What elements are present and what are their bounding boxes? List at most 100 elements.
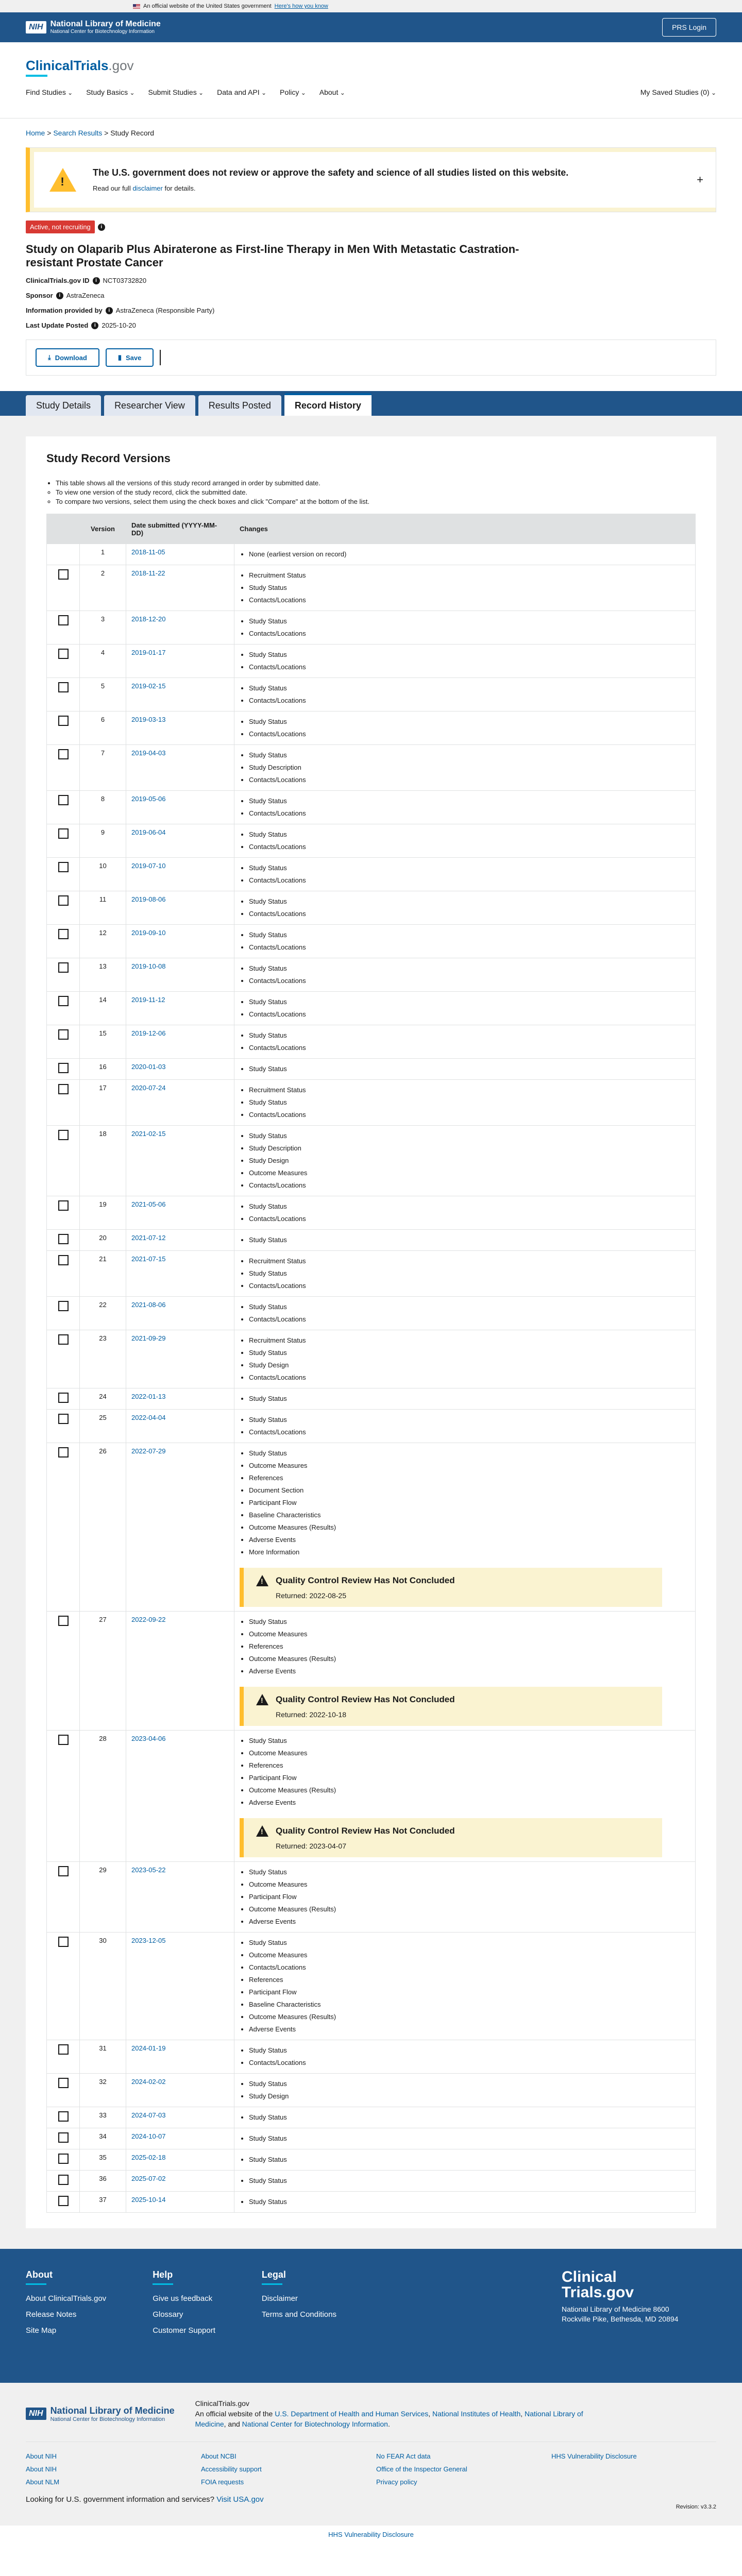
- version-date-link[interactable]: 2022-01-13: [131, 1393, 166, 1400]
- footer-link[interactable]: Glossary: [153, 2310, 215, 2319]
- version-date-link[interactable]: 2021-02-15: [131, 1130, 166, 1138]
- version-checkbox[interactable]: [58, 1029, 69, 1040]
- version-checkbox[interactable]: [58, 929, 69, 939]
- breadcrumb-home[interactable]: Home: [26, 129, 45, 137]
- nav-about[interactable]: About: [319, 88, 345, 96]
- version-date-link[interactable]: 2019-05-06: [131, 795, 166, 803]
- version-date-link[interactable]: 2019-04-03: [131, 749, 166, 757]
- usa-gov-link[interactable]: Visit USA.gov: [216, 2495, 263, 2504]
- version-checkbox[interactable]: [58, 1063, 69, 1073]
- version-date-link[interactable]: 2019-06-04: [131, 828, 166, 836]
- version-checkbox[interactable]: [58, 895, 69, 906]
- save-button[interactable]: ▮ Save: [105, 348, 154, 367]
- version-date-link[interactable]: 2021-05-06: [131, 1200, 166, 1208]
- info-icon[interactable]: i: [56, 292, 63, 299]
- nih-link[interactable]: National Institutes of Health: [432, 2410, 520, 2418]
- disclaimer-link[interactable]: disclaimer: [132, 184, 163, 192]
- nav-submit-studies[interactable]: Submit Studies: [148, 88, 204, 96]
- version-date-link[interactable]: 2021-07-12: [131, 1234, 166, 1242]
- footer-link[interactable]: FOIA requests: [201, 2478, 376, 2486]
- footer-link[interactable]: HHS Vulnerability Disclosure: [551, 2452, 727, 2460]
- version-date-link[interactable]: 2023-04-06: [131, 1735, 166, 1742]
- footer-link[interactable]: About NIH: [26, 2452, 201, 2460]
- version-date-link[interactable]: 2025-02-18: [131, 2154, 166, 2161]
- version-date-link[interactable]: 2019-08-06: [131, 895, 166, 903]
- breadcrumb-search[interactable]: Search Results: [53, 129, 102, 137]
- footer-link[interactable]: Give us feedback: [153, 2294, 215, 2303]
- tab-study-details[interactable]: Study Details: [26, 395, 102, 416]
- version-checkbox[interactable]: [58, 1414, 69, 1424]
- version-checkbox[interactable]: [58, 2154, 69, 2164]
- version-date-link[interactable]: 2018-11-22: [131, 569, 165, 577]
- tab-results-posted[interactable]: Results Posted: [198, 395, 281, 416]
- footer-link[interactable]: About NCBI: [201, 2452, 376, 2460]
- nlm-logo[interactable]: NIH National Library of Medicine Nationa…: [26, 20, 161, 35]
- info-icon[interactable]: i: [105, 307, 113, 314]
- tab-researcher-view[interactable]: Researcher View: [104, 395, 195, 416]
- version-date-link[interactable]: 2020-07-24: [131, 1084, 166, 1092]
- version-date-link[interactable]: 2019-07-10: [131, 862, 166, 870]
- version-checkbox[interactable]: [58, 795, 69, 805]
- nlm-footer-logo[interactable]: NIH National Library of Medicine National…: [26, 2398, 175, 2429]
- info-icon[interactable]: i: [92, 277, 100, 284]
- nav-find-studies[interactable]: Find Studies: [26, 88, 73, 96]
- version-checkbox[interactable]: [58, 1084, 69, 1094]
- version-checkbox[interactable]: [58, 828, 69, 839]
- version-checkbox[interactable]: [58, 1200, 69, 1211]
- expand-notice-icon[interactable]: +: [697, 173, 703, 187]
- nav-saved-studies[interactable]: My Saved Studies (0): [640, 88, 716, 96]
- footer-link[interactable]: About ClinicalTrials.gov: [26, 2294, 106, 2303]
- version-date-link[interactable]: 2019-02-15: [131, 682, 166, 690]
- version-date-link[interactable]: 2024-02-02: [131, 2078, 166, 2086]
- version-date-link[interactable]: 2021-08-06: [131, 1301, 166, 1309]
- version-checkbox[interactable]: [58, 1616, 69, 1626]
- footer-link[interactable]: About NIH: [26, 2465, 201, 2473]
- footer-link[interactable]: Site Map: [26, 2326, 106, 2335]
- version-date-link[interactable]: 2018-11-05: [131, 548, 165, 556]
- footer-link[interactable]: Release Notes: [26, 2310, 106, 2319]
- version-date-link[interactable]: 2018-12-20: [131, 615, 166, 623]
- version-date-link[interactable]: 2022-04-04: [131, 1414, 166, 1421]
- nav-data-api[interactable]: Data and API: [217, 88, 266, 96]
- version-checkbox[interactable]: [58, 1866, 69, 1876]
- version-date-link[interactable]: 2022-07-29: [131, 1447, 166, 1455]
- ncbi-link[interactable]: National Center for Biotechnology Inform…: [242, 2420, 388, 2428]
- version-date-link[interactable]: 2023-12-05: [131, 1937, 166, 1944]
- footer-link[interactable]: Customer Support: [153, 2326, 215, 2335]
- version-checkbox[interactable]: [58, 1301, 69, 1311]
- version-checkbox[interactable]: [58, 2196, 69, 2206]
- footer-link[interactable]: About NLM: [26, 2478, 201, 2486]
- version-date-link[interactable]: 2024-10-07: [131, 2132, 166, 2140]
- version-checkbox[interactable]: [58, 2078, 69, 2088]
- footer-link[interactable]: Terms and Conditions: [262, 2310, 336, 2319]
- info-icon[interactable]: i: [91, 321, 99, 329]
- version-checkbox[interactable]: [58, 1130, 69, 1140]
- version-checkbox[interactable]: [58, 962, 69, 973]
- info-icon[interactable]: i: [97, 224, 105, 231]
- version-date-link[interactable]: 2022-09-22: [131, 1616, 166, 1623]
- version-date-link[interactable]: 2019-03-13: [131, 716, 166, 723]
- version-checkbox[interactable]: [58, 1334, 69, 1345]
- version-date-link[interactable]: 2024-01-19: [131, 2044, 166, 2052]
- footer-link[interactable]: Privacy policy: [376, 2478, 551, 2486]
- version-checkbox[interactable]: [58, 2111, 69, 2122]
- version-date-link[interactable]: 2019-01-17: [131, 649, 166, 656]
- ct-logo[interactable]: ClinicalTrials.gov: [26, 58, 716, 74]
- version-date-link[interactable]: 2020-01-03: [131, 1063, 166, 1071]
- vuln-link[interactable]: HHS Vulnerability Disclosure: [328, 2531, 414, 2538]
- version-date-link[interactable]: 2023-05-22: [131, 1866, 166, 1874]
- version-checkbox[interactable]: [58, 996, 69, 1006]
- version-date-link[interactable]: 2025-07-02: [131, 2175, 166, 2182]
- version-checkbox[interactable]: [58, 862, 69, 872]
- version-checkbox[interactable]: [58, 1393, 69, 1403]
- version-date-link[interactable]: 2025-10-14: [131, 2196, 166, 2204]
- prs-login-button[interactable]: PRS Login: [662, 18, 716, 37]
- footer-link[interactable]: No FEAR Act data: [376, 2452, 551, 2460]
- version-checkbox[interactable]: [58, 2044, 69, 2055]
- version-checkbox[interactable]: [58, 1234, 69, 1244]
- version-checkbox[interactable]: [58, 1735, 69, 1745]
- footer-link[interactable]: Office of the Inspector General: [376, 2465, 551, 2473]
- version-date-link[interactable]: 2024-07-03: [131, 2111, 166, 2119]
- footer-link[interactable]: Accessibility support: [201, 2465, 376, 2473]
- version-checkbox[interactable]: [58, 716, 69, 726]
